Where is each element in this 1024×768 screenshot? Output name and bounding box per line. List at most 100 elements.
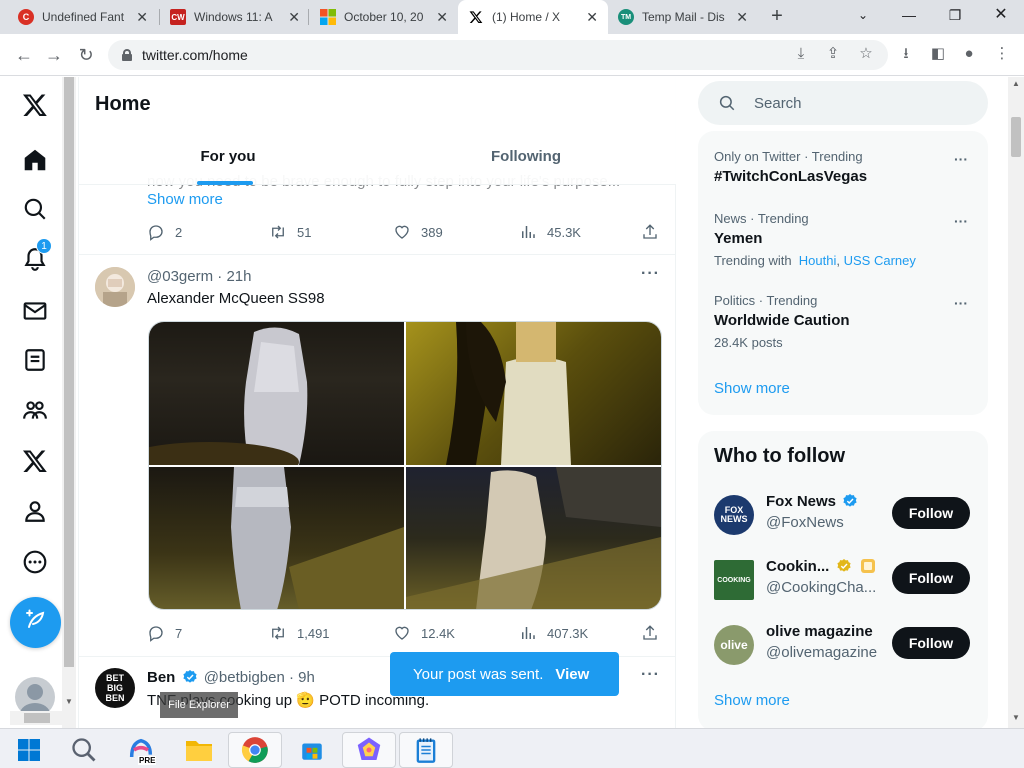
scrollbar-thumb[interactable] [24, 713, 50, 723]
x-logo-icon[interactable] [18, 88, 52, 122]
show-more-link[interactable]: Show more [147, 191, 223, 208]
install-app-icon[interactable]: ⤓ [790, 43, 812, 65]
close-tab-icon[interactable]: ✕ [736, 9, 748, 26]
reply-button[interactable]: 2 [147, 223, 182, 241]
explore-search-icon[interactable] [18, 192, 52, 226]
tweet-author-avatar[interactable] [95, 267, 135, 307]
author-handle[interactable]: @betbigben [204, 669, 285, 686]
sidebar-scrollbar[interactable]: ▼ [62, 77, 76, 728]
profile-icon[interactable]: ● [958, 43, 980, 65]
scroll-down-arrow-icon[interactable]: ▼ [65, 697, 73, 706]
follow-suggestion[interactable]: FOX NEWS Fox News @FoxNews Follow [714, 493, 974, 537]
search-icon[interactable] [57, 732, 111, 768]
follow-suggestion[interactable]: olive olive magazine @olivemagazine Foll… [714, 623, 974, 667]
tab-following[interactable]: Following [377, 133, 675, 185]
share-button[interactable] [641, 223, 669, 241]
follow-show-more-link[interactable]: Show more [714, 692, 790, 709]
share-icon[interactable]: ⇪ [822, 43, 844, 65]
close-tab-icon[interactable]: ✕ [136, 9, 148, 26]
scrollbar-thumb[interactable] [1011, 117, 1021, 157]
more-options-icon[interactable]: ··· [641, 666, 660, 684]
like-button[interactable]: 389 [393, 223, 443, 241]
author-name[interactable]: Ben [147, 669, 175, 686]
tweet-image[interactable] [406, 322, 661, 465]
tab-for-you[interactable]: For you [79, 133, 377, 185]
side-panel-icon[interactable]: ◧ [927, 43, 949, 65]
scroll-up-arrow-icon[interactable]: ▲ [1012, 79, 1020, 88]
follow-button[interactable]: Follow [892, 562, 970, 594]
follow-button[interactable]: Follow [892, 627, 970, 659]
start-windows-icon[interactable] [2, 732, 56, 768]
compose-post-button[interactable] [10, 597, 61, 648]
follow-button[interactable]: Follow [892, 497, 970, 529]
page-scrollbar[interactable]: ▲ ▼ [1008, 77, 1024, 728]
browser-tab[interactable]: October 10, 20 ✕ [310, 0, 458, 34]
scroll-down-arrow-icon[interactable]: ▼ [1012, 713, 1020, 722]
downloads-icon[interactable]: ⭳ [895, 43, 917, 65]
trend-more-icon[interactable]: ··· [954, 295, 968, 311]
more-options-icon[interactable]: ··· [641, 265, 660, 283]
minimize-button[interactable]: — [886, 0, 932, 30]
more-circle-icon[interactable] [18, 545, 52, 579]
follow-suggestion[interactable]: COOKING Cookin... @CookingCha... Follow [714, 558, 974, 602]
like-button[interactable]: 12.4K [393, 624, 455, 642]
tweet-media-grid[interactable] [148, 321, 662, 610]
back-arrow-icon[interactable]: ← [12, 43, 36, 67]
trend-related-link[interactable]: Houthi [799, 253, 837, 268]
chrome-icon[interactable] [228, 732, 282, 768]
tweet-image[interactable] [149, 467, 404, 609]
toast-view-link[interactable]: View [555, 666, 589, 683]
tweet-author-avatar[interactable]: BET BIG BEN [95, 668, 135, 708]
copilot-preview-icon[interactable]: PRE [114, 732, 168, 768]
reload-icon[interactable]: ↻ [74, 43, 98, 67]
forward-arrow-icon[interactable]: → [42, 43, 66, 67]
repost-button[interactable]: 1,491 [269, 624, 330, 642]
views-button[interactable]: 45.3K [519, 223, 581, 241]
share-button[interactable] [641, 624, 669, 642]
paint-app-icon[interactable] [342, 732, 396, 768]
tweet-time[interactable]: 9h [298, 669, 315, 686]
trend-item[interactable]: Politics · Trending Worldwide Caution 28… [714, 293, 974, 350]
lists-icon[interactable] [18, 343, 52, 377]
repost-button[interactable]: 51 [269, 223, 311, 241]
browser-tab[interactable]: TM Temp Mail - Dis ✕ [608, 0, 758, 34]
author-handle[interactable]: @03germ [147, 268, 213, 285]
trends-show-more-link[interactable]: Show more [714, 380, 790, 397]
tweet-image[interactable] [149, 322, 404, 482]
notepad-icon[interactable] [399, 732, 453, 768]
file-explorer-icon[interactable] [172, 732, 226, 768]
reply-button[interactable]: 7 [147, 624, 182, 642]
bookmark-star-icon[interactable]: ☆ [855, 43, 877, 65]
trend-related-link[interactable]: USS Carney [844, 253, 916, 268]
close-tab-icon[interactable]: ✕ [436, 9, 448, 26]
home-icon[interactable] [18, 143, 52, 177]
trend-more-icon[interactable]: ··· [954, 213, 968, 229]
address-bar[interactable]: twitter.com/home [108, 40, 888, 70]
horizontal-scrollbar[interactable] [10, 711, 66, 725]
notifications-bell-icon[interactable]: 1 [18, 238, 52, 276]
heart-icon [395, 225, 409, 239]
trend-more-icon[interactable]: ··· [954, 151, 968, 167]
close-tab-icon[interactable]: ✕ [288, 9, 300, 26]
close-window-button[interactable]: ✕ [978, 0, 1024, 30]
browser-tab[interactable]: C Undefined Fant ✕ [8, 0, 158, 34]
profile-person-icon[interactable] [18, 494, 52, 528]
microsoft-store-icon[interactable] [285, 732, 339, 768]
messages-envelope-icon[interactable] [18, 294, 52, 328]
tab-search-icon[interactable]: ⌄ [840, 0, 886, 30]
search-box[interactable]: Search [698, 81, 988, 125]
new-tab-button[interactable]: + [765, 4, 789, 28]
trend-item[interactable]: Only on Twitter · Trending #TwitchConLas… [714, 149, 974, 185]
restore-button[interactable]: ❐ [932, 0, 978, 30]
views-button[interactable]: 407.3K [519, 624, 588, 642]
communities-icon[interactable] [18, 393, 52, 427]
browser-menu-icon[interactable]: ⋮ [991, 43, 1013, 65]
tweet-image[interactable] [406, 467, 661, 609]
scrollbar-thumb[interactable] [64, 77, 74, 667]
premium-x-icon[interactable] [18, 444, 52, 478]
close-tab-icon[interactable]: ✕ [586, 9, 598, 26]
tweet-time[interactable]: 21h [226, 268, 251, 285]
browser-tab-active[interactable]: (1) Home / X ✕ [458, 0, 608, 34]
trend-item[interactable]: News · Trending Yemen Trending with Hout… [714, 211, 974, 268]
browser-tab[interactable]: CW Windows 11: A ✕ [160, 0, 310, 34]
